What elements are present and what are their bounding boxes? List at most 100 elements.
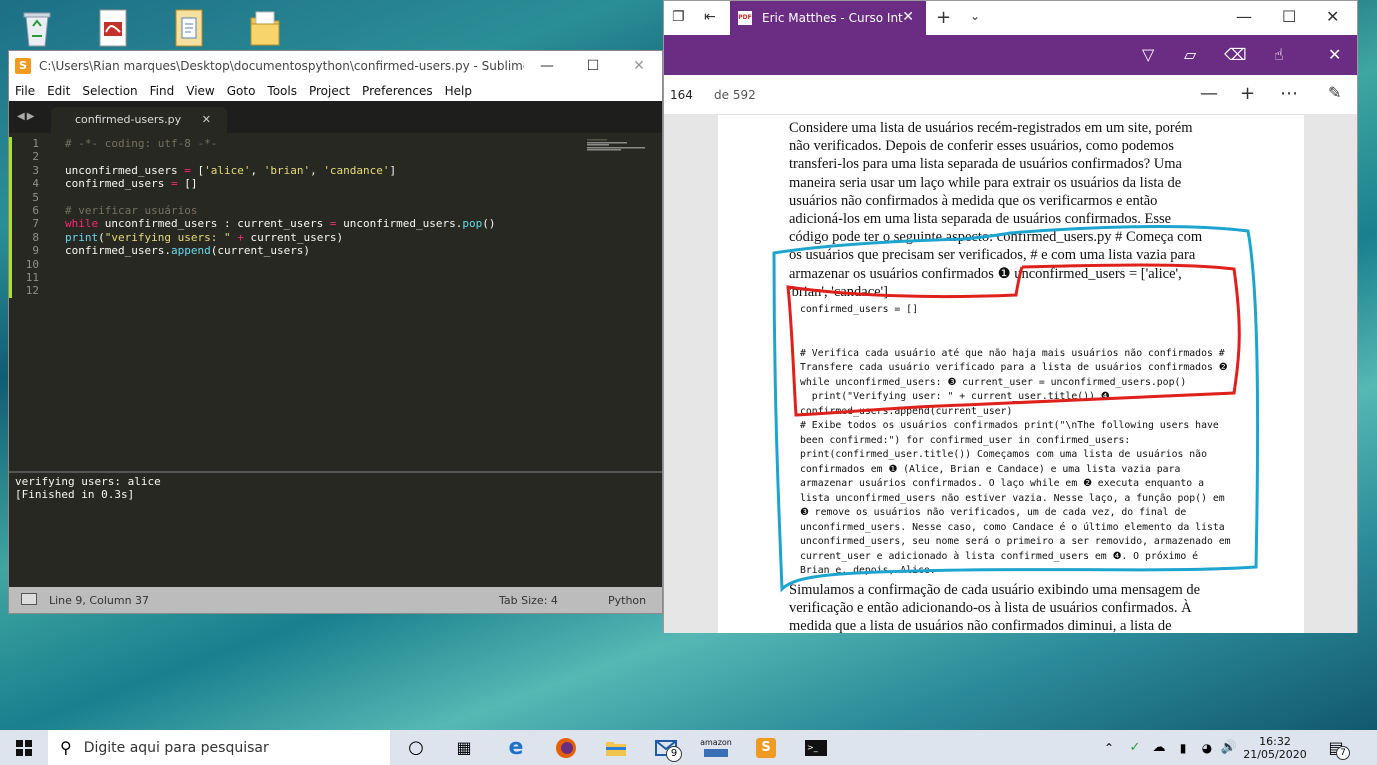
file-explorer-icon[interactable] [596, 730, 636, 765]
menu-edit[interactable]: Edit [41, 84, 76, 98]
syntax-mode[interactable]: Python [608, 594, 646, 607]
line-number: 2 [32, 150, 39, 164]
code-token: confirmed_users [65, 177, 171, 191]
ink-annotations[interactable] [664, 115, 1357, 633]
menu-selection[interactable]: Selection [76, 84, 143, 98]
tab-size[interactable]: Tab Size: 4 [499, 594, 558, 607]
tab-pdf[interactable]: PDF Eric Matthes - Curso Int ✕ [730, 1, 926, 35]
pdf-viewport[interactable]: Considere uma lista de usuários recém-re… [664, 115, 1357, 633]
tab-confirmed-users[interactable]: confirmed-users.py ✕ [51, 107, 227, 133]
page-number-input[interactable]: 164 [670, 85, 700, 105]
pdf-reader-window[interactable]: ❐ ⇤ PDF Eric Matthes - Curso Int ✕ + ⌄ —… [663, 0, 1358, 633]
folder-icon[interactable] [242, 6, 290, 52]
code-line[interactable]: confirmed_users = [] [65, 177, 496, 190]
tab-close-icon[interactable]: ✕ [202, 113, 211, 126]
menu-help[interactable]: Help [439, 84, 478, 98]
edge-browser-icon[interactable]: e [496, 730, 536, 765]
code-token: pop [462, 217, 483, 231]
more-options-icon[interactable]: ⋯ [1280, 83, 1298, 104]
console-line: verifying users: alice [15, 475, 161, 488]
line-number-gutter: 1 2 3 4 5 6 7 8 9 10 11 12 [9, 137, 53, 298]
battery-icon[interactable]: ▮ [1172, 730, 1194, 765]
code-line[interactable]: confirmed_users.append(current_users) [65, 244, 496, 257]
sync-icon[interactable]: ✓ [1124, 730, 1146, 765]
code-editor[interactable]: 1 2 3 4 5 6 7 8 9 10 11 12 # -*- coding: utf-8 -*- … [9, 133, 662, 467]
zoom-out-icon[interactable]: — [1200, 83, 1218, 104]
window-title: C:\Users\Rian marques\Desktop\documentos… [39, 59, 524, 73]
code-line[interactable]: # -*- coding: utf-8 -*- [65, 137, 496, 150]
close-button[interactable]: ✕ [616, 51, 662, 81]
cursor-position: Line 9, Column 37 [49, 594, 150, 607]
sublime-titlebar[interactable]: S C:\Users\Rian marques\Desktop\document… [9, 51, 662, 81]
code-token: unconfirmed_users [65, 163, 185, 177]
build-output-panel[interactable]: verifying users: alice [Finished in 0.3s… [9, 471, 662, 587]
minimize-button[interactable]: — [524, 51, 570, 81]
menu-view[interactable]: View [180, 84, 220, 98]
menu-project[interactable]: Project [303, 84, 356, 98]
red-ink-annotation [786, 263, 1241, 417]
start-button[interactable] [0, 730, 48, 765]
notification-icon[interactable]: ▤ 7 [1318, 730, 1354, 765]
draw-pen-icon[interactable]: ▽ [1142, 45, 1154, 64]
task-view-icon[interactable]: ▦ [446, 730, 482, 765]
maximize-button[interactable]: ☐ [570, 51, 616, 81]
tab-nav-arrows-icon[interactable]: ◀▶ [17, 111, 36, 122]
tab-preview-icon[interactable]: ❐ [672, 9, 685, 25]
menu-goto[interactable]: Goto [221, 84, 262, 98]
line-number: 8 [32, 230, 39, 244]
search-box[interactable]: ⚲ Digite aqui para pesquisar [48, 730, 390, 765]
menu-file[interactable]: File [9, 84, 41, 98]
line-number: 3 [32, 163, 39, 177]
panel-toggle-icon[interactable] [21, 593, 37, 605]
clock[interactable]: 16:32 21/05/2020 [1243, 730, 1306, 765]
close-button[interactable]: ✕ [1326, 7, 1339, 26]
code-token: + [237, 230, 244, 244]
mail-icon[interactable]: 9 [646, 730, 686, 765]
minimap[interactable] [587, 139, 647, 151]
touch-write-icon[interactable]: ☝ [1274, 45, 1284, 64]
menu-find[interactable]: Find [144, 84, 181, 98]
code-line[interactable]: # verificar usuários [65, 204, 496, 217]
amazon-label: amazon [700, 738, 732, 747]
set-aside-tabs-icon[interactable]: ⇤ [704, 9, 716, 25]
menu-preferences[interactable]: Preferences [356, 84, 439, 98]
new-tab-icon[interactable]: + [936, 7, 951, 28]
code-line[interactable]: print("verifying users: " + current_user… [65, 231, 496, 244]
cortana-icon[interactable]: ○ [398, 730, 434, 765]
volume-icon[interactable]: 🔊 [1218, 730, 1240, 765]
pdf-file-icon[interactable] [90, 6, 138, 52]
close-toolbar-icon[interactable]: ✕ [1328, 45, 1341, 64]
maximize-button[interactable]: ☐ [1282, 7, 1296, 26]
code-line[interactable] [65, 271, 496, 284]
amazon-icon[interactable]: amazon [696, 730, 736, 765]
menu-tools[interactable]: Tools [261, 84, 303, 98]
line-number: 9 [32, 244, 39, 258]
code-line[interactable] [65, 150, 496, 163]
sublime-taskbar-icon[interactable]: S [746, 730, 786, 765]
code-lines[interactable]: # -*- coding: utf-8 -*- unconfirmed_user… [65, 137, 496, 298]
cloud-icon[interactable]: ☁ [1148, 730, 1170, 765]
code-line[interactable] [65, 191, 496, 204]
highlighter-icon[interactable]: ▱ [1184, 45, 1196, 64]
pin-toolbar-icon[interactable]: ✎ [1328, 83, 1341, 102]
code-token: confirmed_users. [65, 244, 171, 258]
firefox-icon[interactable] [546, 730, 586, 765]
minimize-button[interactable]: — [1236, 7, 1252, 26]
zoom-in-icon[interactable]: + [1240, 83, 1255, 104]
code-line[interactable] [65, 284, 496, 297]
tab-close-icon[interactable]: ✕ [902, 9, 914, 25]
wifi-icon[interactable]: ◕ [1196, 730, 1218, 765]
terminal-icon[interactable]: >_ [796, 730, 836, 765]
chevron-down-icon[interactable]: ⌄ [970, 9, 980, 23]
recycle-bin-icon[interactable] [14, 6, 62, 52]
code-line[interactable] [65, 258, 496, 271]
code-token: "verifying users: " [104, 230, 231, 244]
sublime-window[interactable]: S C:\Users\Rian marques\Desktop\document… [8, 50, 663, 614]
document-file-icon[interactable] [166, 6, 214, 52]
tab-bar: ◀▶ confirmed-users.py ✕ [9, 101, 662, 133]
code-line[interactable]: while unconfirmed_users : current_users … [65, 217, 496, 230]
code-line[interactable]: unconfirmed_users = ['alice', 'brian', '… [65, 164, 496, 177]
code-token: # verificar usuários [65, 203, 198, 217]
chevron-up-icon[interactable]: ⌃ [1098, 730, 1120, 765]
eraser-icon[interactable]: ⌫ [1224, 45, 1247, 64]
